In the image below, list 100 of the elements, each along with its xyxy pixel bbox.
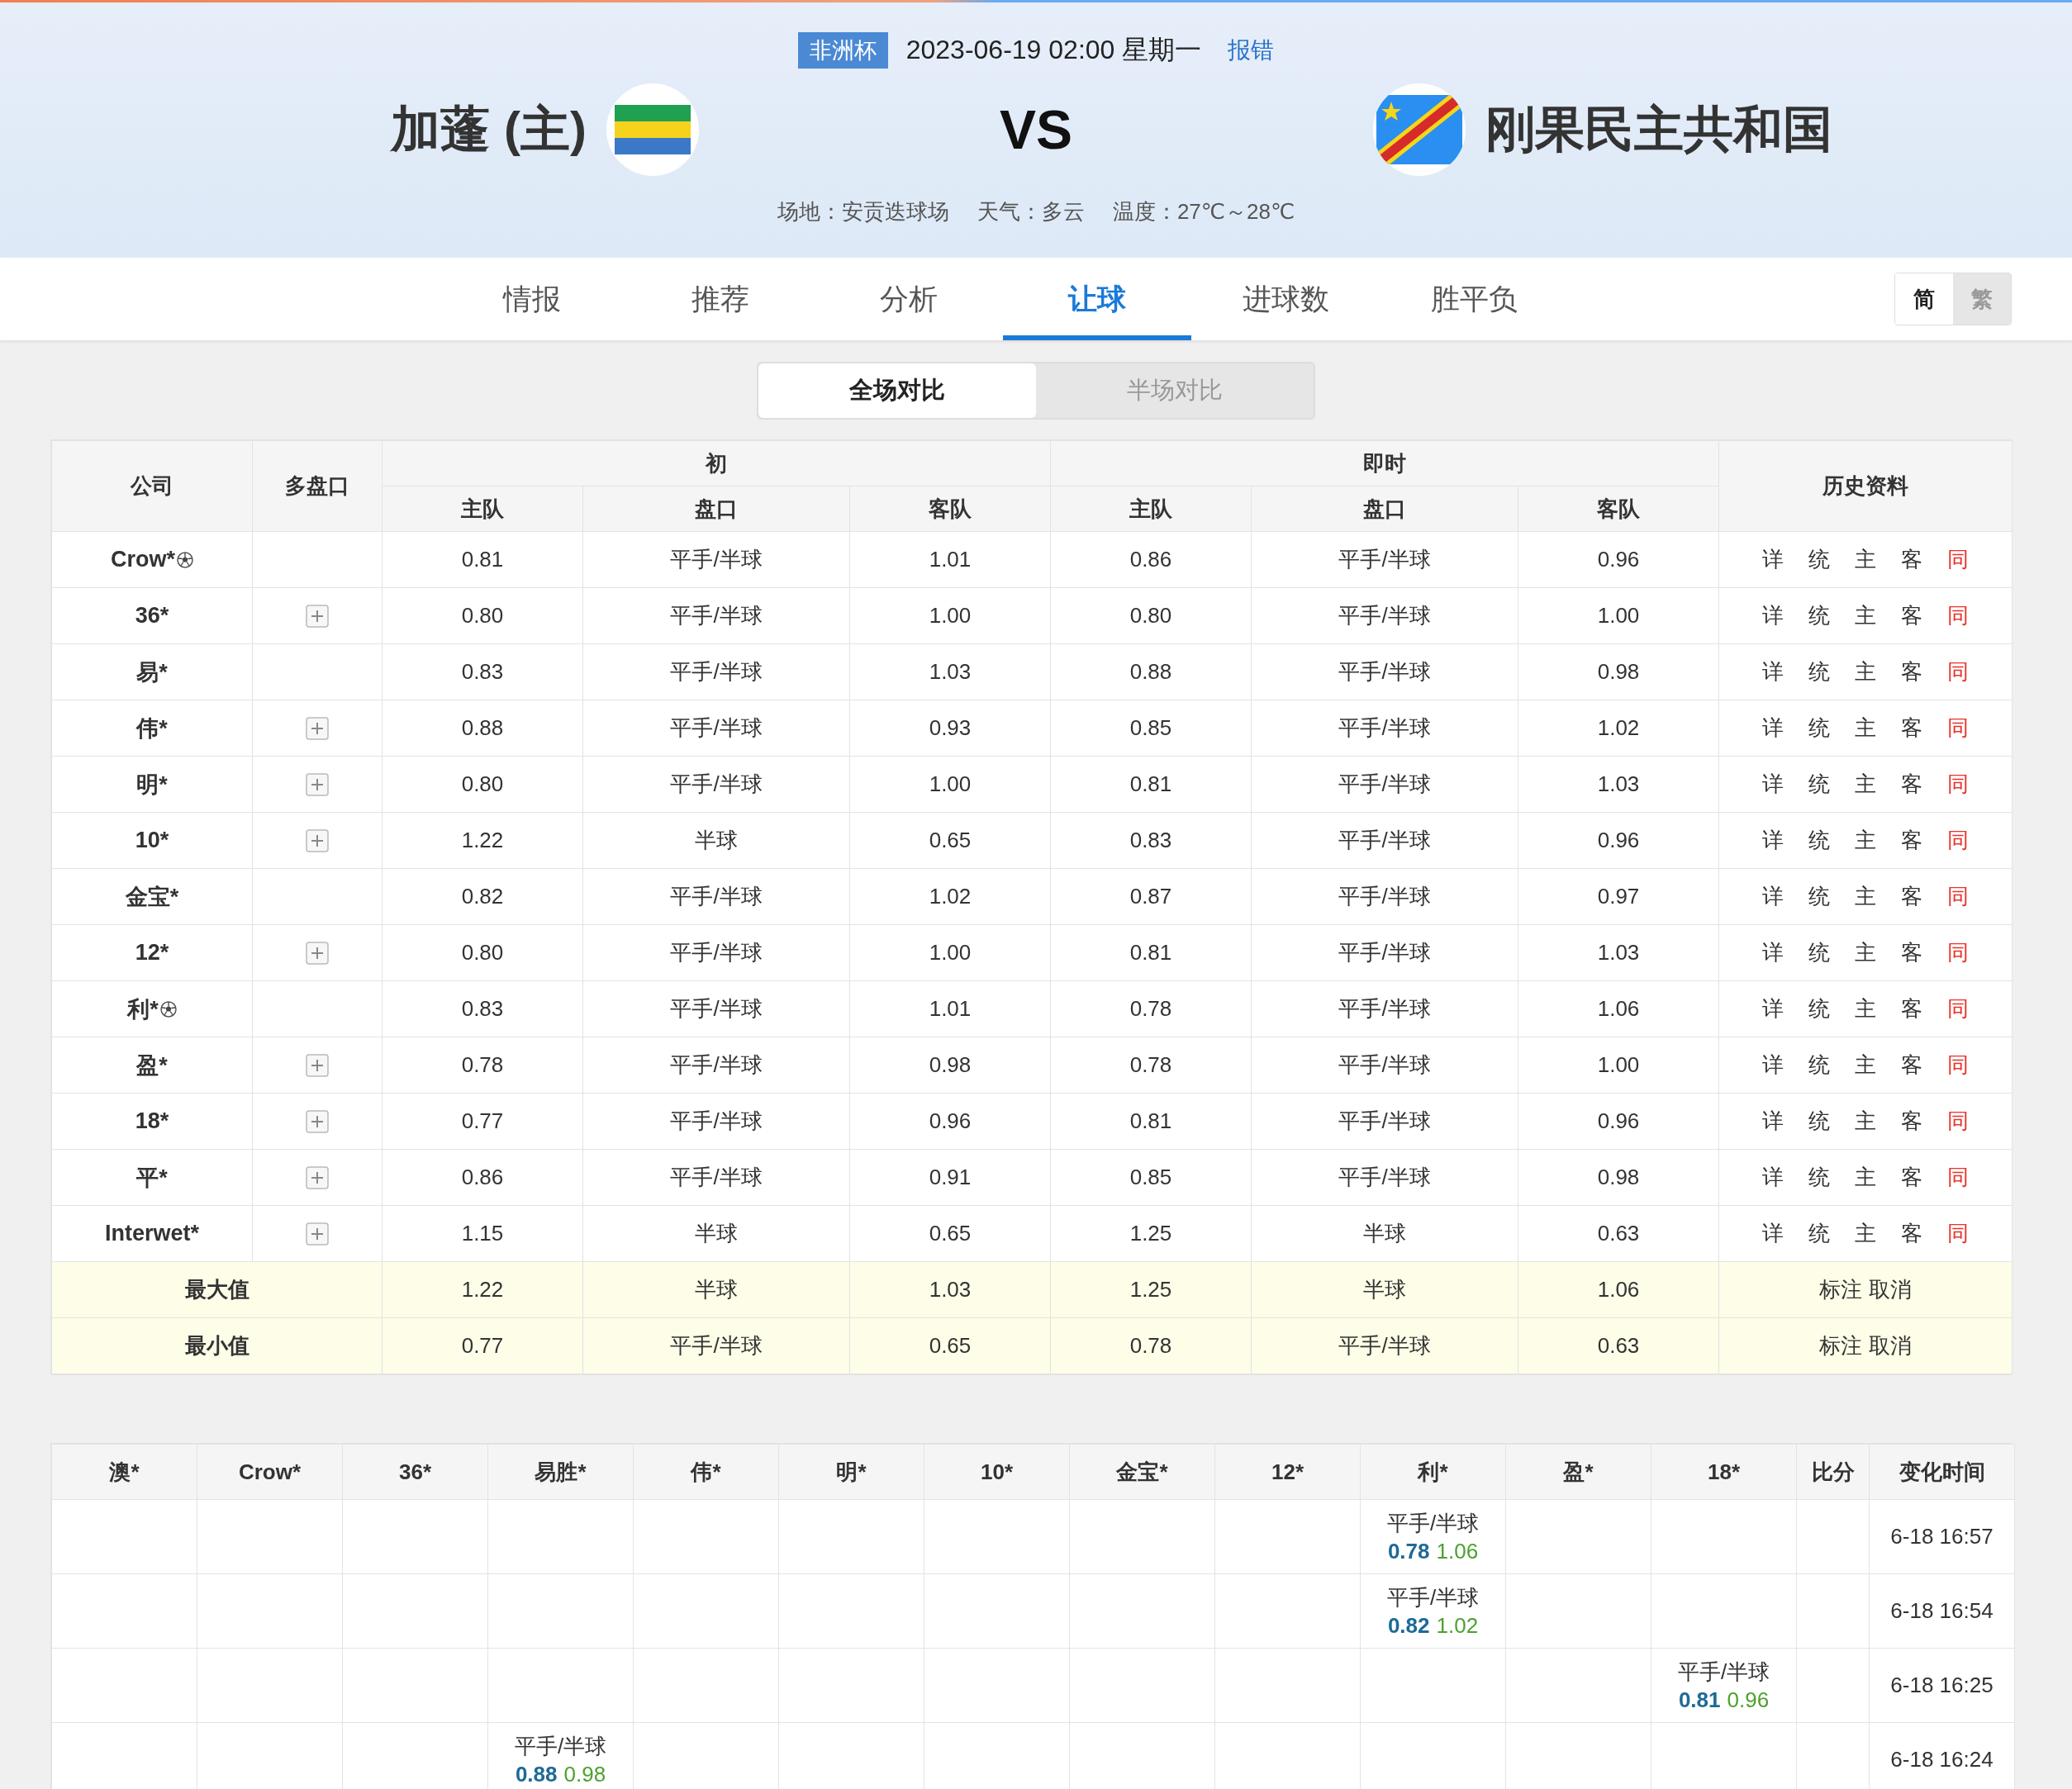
history-link[interactable]: 同 [1947, 938, 1970, 967]
history-link[interactable]: 统 [1808, 1051, 1831, 1080]
history-link[interactable]: 同 [1947, 826, 1970, 855]
history-link[interactable]: 主 [1855, 826, 1877, 855]
table-cell: 1.15 [382, 1205, 583, 1262]
history-link[interactable]: 客 [1901, 714, 1923, 743]
nav-tab[interactable]: 推荐 [626, 258, 815, 340]
history-link[interactable]: 详 [1762, 545, 1784, 574]
history-link[interactable]: 统 [1808, 1163, 1831, 1192]
history-link[interactable]: 主 [1855, 938, 1877, 967]
history-link[interactable]: 客 [1901, 882, 1923, 911]
history-link[interactable]: 客 [1901, 1163, 1923, 1192]
nav-tab[interactable]: 胜平负 [1380, 258, 1568, 340]
history-link[interactable]: 客 [1901, 1219, 1923, 1248]
table-cell: 0.78 [1050, 1037, 1252, 1094]
history-link[interactable]: 同 [1947, 994, 1970, 1023]
history-link[interactable]: 详 [1762, 1163, 1784, 1192]
history-link[interactable]: 详 [1762, 714, 1784, 743]
report-link[interactable]: 报错 [1228, 35, 1275, 66]
history-link[interactable]: 主 [1855, 882, 1877, 911]
history-link[interactable]: 主 [1855, 1163, 1877, 1192]
column-header: 18* [1651, 1444, 1797, 1500]
plus-icon[interactable] [306, 1053, 329, 1077]
summary-link[interactable]: 取消 [1869, 1275, 1913, 1304]
history-link[interactable]: 同 [1947, 1107, 1970, 1136]
history-link[interactable]: 详 [1762, 1107, 1784, 1136]
table-cell: 1.03 [849, 1261, 1051, 1318]
plus-icon[interactable] [306, 1109, 329, 1133]
history-link[interactable]: 统 [1808, 1219, 1831, 1248]
history-link[interactable]: 同 [1947, 714, 1970, 743]
history-link[interactable]: 统 [1808, 994, 1831, 1023]
history-link[interactable]: 统 [1808, 882, 1831, 911]
history-link[interactable]: 主 [1855, 1051, 1877, 1080]
table-cell: 1.06 [1518, 980, 1719, 1037]
table-cell: 0.96 [1518, 1093, 1719, 1150]
plus-icon[interactable] [306, 1165, 329, 1189]
history-link[interactable]: 客 [1901, 1051, 1923, 1080]
summary-link[interactable]: 取消 [1869, 1331, 1913, 1360]
plus-icon[interactable] [306, 772, 329, 796]
history-link[interactable]: 主 [1855, 714, 1877, 743]
plus-icon[interactable] [306, 1222, 329, 1246]
history-link[interactable]: 统 [1808, 826, 1831, 855]
history-link[interactable]: 同 [1947, 770, 1970, 799]
history-link[interactable]: 同 [1947, 601, 1970, 630]
history-link[interactable]: 主 [1855, 994, 1877, 1023]
history-link[interactable]: 客 [1901, 1107, 1923, 1136]
history-link[interactable]: 统 [1808, 1107, 1831, 1136]
history-link[interactable]: 同 [1947, 882, 1970, 911]
summary-link[interactable]: 标注 [1819, 1331, 1863, 1360]
table-cell: 0.81 [1050, 924, 1252, 981]
plus-icon[interactable] [306, 941, 329, 965]
table-cell: 1.00 [849, 587, 1051, 644]
history-link[interactable]: 统 [1808, 770, 1831, 799]
table-cell: 1.02 [849, 868, 1051, 925]
nav-tab[interactable]: 进球数 [1191, 258, 1380, 340]
table-cell: 1.00 [1518, 587, 1719, 644]
table-cell: 平手/半球 [1251, 756, 1518, 813]
history-link[interactable]: 主 [1855, 770, 1877, 799]
history-link[interactable]: 主 [1855, 601, 1877, 630]
summary-link[interactable]: 标注 [1819, 1275, 1863, 1304]
history-link[interactable]: 详 [1762, 1051, 1784, 1080]
history-link[interactable]: 统 [1808, 714, 1831, 743]
table-cell: 0.96 [1518, 812, 1719, 869]
history-link[interactable]: 统 [1808, 545, 1831, 574]
history-link[interactable]: 主 [1855, 657, 1877, 686]
history-link[interactable]: 客 [1901, 994, 1923, 1023]
plus-icon[interactable] [306, 604, 329, 628]
nav-tab[interactable]: 分析 [815, 258, 1003, 340]
history-link[interactable]: 客 [1901, 545, 1923, 574]
history-link[interactable]: 同 [1947, 545, 1970, 574]
history-link[interactable]: 同 [1947, 1219, 1970, 1248]
history-link[interactable]: 详 [1762, 882, 1784, 911]
history-link[interactable]: 客 [1901, 657, 1923, 686]
history-link[interactable]: 主 [1855, 1219, 1877, 1248]
plus-icon[interactable] [306, 828, 329, 852]
history-link[interactable]: 统 [1808, 938, 1831, 967]
history-link[interactable]: 主 [1855, 545, 1877, 574]
nav-tab[interactable]: 情报 [438, 258, 626, 340]
history-link[interactable]: 详 [1762, 938, 1784, 967]
history-link[interactable]: 客 [1901, 770, 1923, 799]
history-link[interactable]: 客 [1901, 601, 1923, 630]
history-link[interactable]: 统 [1808, 601, 1831, 630]
history-link[interactable]: 同 [1947, 1163, 1970, 1192]
history-link[interactable]: 同 [1947, 657, 1970, 686]
history-link[interactable]: 详 [1762, 1219, 1784, 1248]
history-link[interactable]: 详 [1762, 601, 1784, 630]
history-link[interactable]: 主 [1855, 1107, 1877, 1136]
history-link[interactable]: 客 [1901, 826, 1923, 855]
column-header: 历史资料 [1718, 440, 2013, 532]
compare-toggle-button[interactable]: 全场对比 [758, 363, 1036, 418]
history-link[interactable]: 详 [1762, 826, 1784, 855]
history-link[interactable]: 详 [1762, 657, 1784, 686]
history-link[interactable]: 统 [1808, 657, 1831, 686]
history-link[interactable]: 客 [1901, 938, 1923, 967]
plus-icon[interactable] [306, 716, 329, 740]
table-cell: 1.01 [849, 980, 1051, 1037]
nav-tab[interactable]: 让球 [1003, 258, 1191, 340]
history-link[interactable]: 详 [1762, 994, 1784, 1023]
history-link[interactable]: 同 [1947, 1051, 1970, 1080]
history-link[interactable]: 详 [1762, 770, 1784, 799]
